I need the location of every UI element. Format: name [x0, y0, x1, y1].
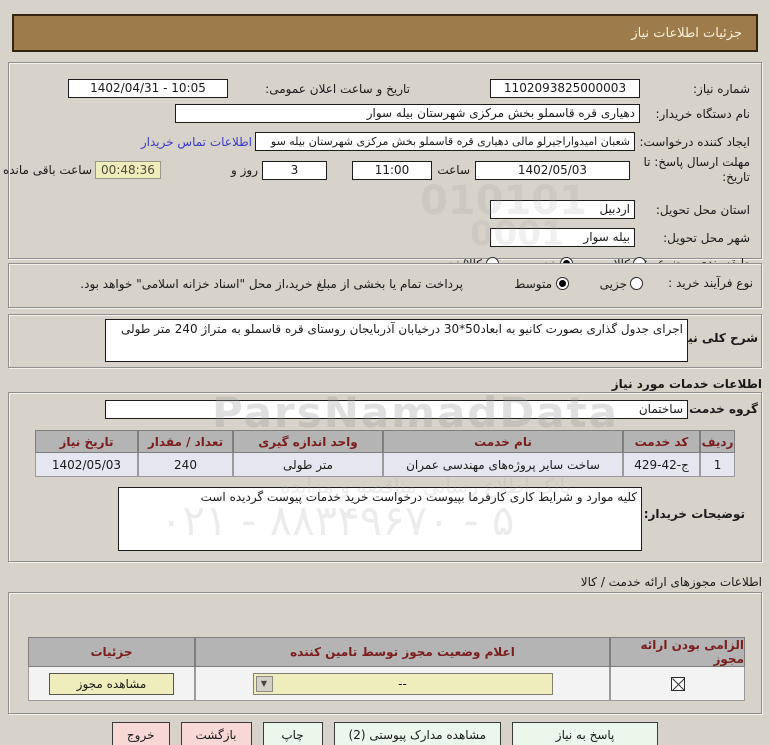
- col-service-name: نام خدمت: [383, 430, 623, 453]
- table-row[interactable]: 1 ج-42-429 ساخت سایر پروژه‌های مهندسی عم…: [35, 453, 735, 477]
- cell-service-name: ساخت سایر پروژه‌های مهندسی عمران: [383, 453, 623, 477]
- buyer-contact-link[interactable]: اطلاعات تماس خریدار: [140, 135, 252, 149]
- license-row: -- ▼ مشاهده مجوز: [28, 667, 745, 701]
- cell-service-code: ج-42-429: [623, 453, 700, 477]
- view-attached-documents-button[interactable]: مشاهده مدارک پیوستی (2): [333, 722, 502, 745]
- city-label: شهر محل تحویل:: [663, 231, 750, 245]
- request-creator-field[interactable]: شعبان امیدواراجیرلو مالی دهیاری قره قاسم…: [255, 132, 635, 151]
- col-need-date: تاریخ نیاز: [35, 430, 138, 453]
- cell-need-date: 1402/05/03: [35, 453, 138, 477]
- col-row-number: ردیف: [700, 430, 735, 453]
- buyer-notes-label: توضیحات خریدار:: [643, 507, 745, 521]
- city-field[interactable]: بیله سوار: [490, 228, 635, 247]
- process-radio-partial[interactable]: [630, 277, 643, 290]
- col-license-required: الزامی بودن ارائه مجوز: [610, 637, 745, 667]
- need-number-label: شماره نیاز:: [693, 82, 750, 96]
- process-option-medium: متوسط: [514, 277, 552, 291]
- back-button[interactable]: بازگشت: [180, 722, 252, 745]
- respond-to-need-button[interactable]: پاسخ به نیاز: [512, 722, 659, 745]
- services-table-header-row: ردیف کد خدمت نام خدمت واحد اندازه گیری ت…: [35, 430, 735, 453]
- license-required-checkbox[interactable]: [670, 676, 685, 691]
- col-quantity: تعداد / مقدار: [138, 430, 233, 453]
- page-title: جزئیات اطلاعات نیاز: [631, 25, 742, 41]
- view-license-button[interactable]: مشاهده مجوز: [49, 672, 174, 695]
- col-unit: واحد اندازه گیری: [233, 430, 383, 453]
- buyer-notes-textarea[interactable]: کلیه موارد و شرایط کاری کارفرما بپیوست د…: [118, 487, 642, 551]
- licenses-table-header-row: الزامی بودن ارائه مجوز اعلام وضعیت مجوز …: [28, 637, 745, 667]
- process-option-partial: جزیی: [599, 277, 627, 291]
- cell-license-required: [610, 667, 745, 701]
- cell-license-status: -- ▼: [195, 667, 610, 701]
- deadline-date-field[interactable]: 1402/05/03: [475, 161, 630, 180]
- service-group-label: گروه خدمت:: [684, 402, 758, 416]
- province-label: استان محل تحویل:: [655, 203, 750, 217]
- request-creator-label: ایجاد کننده درخواست:: [639, 135, 750, 149]
- deadline-days-field[interactable]: 3: [262, 161, 327, 180]
- need-number-field[interactable]: 1102093825000003: [490, 79, 640, 98]
- license-status-dropdown[interactable]: -- ▼: [252, 672, 553, 695]
- cell-license-details: مشاهده مجوز: [28, 667, 195, 701]
- deadline-countdown-label: ساعت باقی مانده: [2, 163, 92, 177]
- dropdown-arrow-icon[interactable]: ▼: [255, 675, 273, 692]
- col-service-code: کد خدمت: [623, 430, 700, 453]
- announce-datetime-field[interactable]: 1402/04/31 - 10:05: [68, 79, 228, 98]
- treasury-checkbox-label: پرداخت تمام یا بخشی از مبلغ خرید،از محل …: [80, 277, 463, 291]
- service-group-field[interactable]: ساختمان: [105, 400, 688, 419]
- general-desc-label: شرح کلی نیاز:: [672, 331, 758, 345]
- services-table: ردیف کد خدمت نام خدمت واحد اندازه گیری ت…: [35, 430, 735, 477]
- page-title-bar: جزئیات اطلاعات نیاز: [12, 14, 758, 52]
- buyer-org-label: نام دستگاه خریدار:: [655, 107, 751, 121]
- print-button[interactable]: چاپ: [262, 722, 323, 745]
- announce-datetime-label: تاریخ و ساعت اعلان عمومی:: [265, 82, 410, 96]
- licenses-table: الزامی بودن ارائه مجوز اعلام وضعیت مجوز …: [28, 637, 745, 701]
- col-license-details: جزئیات: [28, 637, 195, 667]
- cell-unit: متر طولی: [233, 453, 383, 477]
- process-radio-medium[interactable]: [556, 277, 569, 290]
- deadline-days-label: روز و: [231, 163, 258, 177]
- licenses-section-title: اطلاعات مجوزهای ارائه خدمت / کالا: [580, 575, 762, 589]
- services-section-title: اطلاعات خدمات مورد نیاز: [611, 377, 762, 391]
- deadline-countdown: 00:48:36: [95, 161, 161, 179]
- deadline-hour-label: ساعت: [437, 163, 470, 177]
- general-desc-textarea[interactable]: اجرای جدول گذاری بصورت کانیو به ابعاد50*…: [105, 319, 688, 362]
- footer-button-bar: پاسخ به نیاز مشاهده مدارک پیوستی (2) چاپ…: [0, 722, 770, 745]
- license-status-value: --: [398, 676, 407, 691]
- province-field[interactable]: اردبیل: [490, 200, 635, 219]
- deadline-hour-field[interactable]: 11:00: [352, 161, 432, 180]
- deadline-label: مهلت ارسال پاسخ: تا تاریخ:: [643, 155, 750, 184]
- exit-button[interactable]: خروج: [111, 722, 170, 745]
- cell-quantity: 240: [138, 453, 233, 477]
- process-type-label: نوع فرآیند خرید :: [668, 276, 753, 290]
- cell-row-number: 1: [700, 453, 735, 477]
- buyer-org-field[interactable]: دهیاری قره قاسملو بخش مرکزی شهرستان بیله…: [175, 104, 640, 123]
- col-license-status: اعلام وضعیت مجوز توسط تامین کننده: [195, 637, 610, 667]
